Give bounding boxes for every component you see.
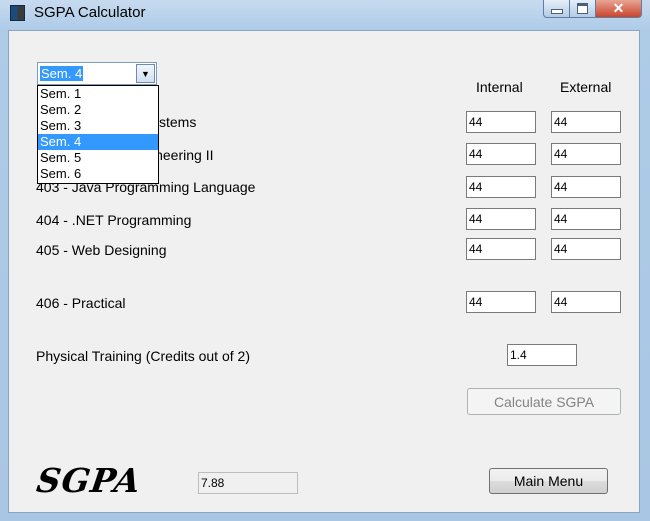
window-controls: ✕ — [543, 0, 642, 19]
sgpa-logo: SGPA — [34, 461, 144, 500]
internal-marks-401[interactable]: 44 — [466, 111, 536, 133]
physical-training-input[interactable]: 1.4 — [507, 344, 577, 366]
chevron-down-icon: ▼ — [141, 68, 150, 79]
client-area: Sem. 4 ▼ Internal External ystems 44 44 … — [8, 30, 640, 513]
maximize-icon — [577, 3, 588, 14]
internal-marks-402[interactable]: 44 — [466, 143, 536, 165]
internal-header: Internal — [476, 79, 523, 95]
close-icon: ✕ — [612, 0, 625, 16]
app-icon — [10, 5, 25, 21]
external-marks-404[interactable]: 44 — [551, 208, 621, 230]
calculate-sgpa-button[interactable]: Calculate SGPA — [467, 388, 621, 415]
minimize-icon — [550, 9, 563, 14]
internal-marks-403[interactable]: 44 — [466, 176, 536, 198]
semester-option[interactable]: Sem. 6 — [38, 166, 158, 182]
internal-marks-404[interactable]: 44 — [466, 208, 536, 230]
external-marks-403[interactable]: 44 — [551, 176, 621, 198]
internal-marks-405[interactable]: 44 — [466, 238, 536, 260]
subject-label-406: 406 - Practical — [36, 295, 126, 311]
subject-label-402: ineering II — [152, 147, 214, 163]
physical-training-label: Physical Training (Credits out of 2) — [36, 348, 250, 364]
external-marks-402[interactable]: 44 — [551, 143, 621, 165]
subject-label-404: 404 - .NET Programming — [36, 212, 192, 228]
semester-selected-value: Sem. 4 — [40, 66, 84, 81]
external-marks-401[interactable]: 44 — [551, 111, 621, 133]
title-bar: SGPA Calculator ✕ — [0, 0, 650, 28]
external-marks-406[interactable]: 44 — [551, 291, 621, 313]
subject-label-405: 405 - Web Designing — [36, 242, 167, 258]
semester-option[interactable]: Sem. 5 — [38, 150, 158, 166]
semester-option[interactable]: Sem. 1 — [38, 86, 158, 102]
app-window: SGPA Calculator ✕ Sem. 4 ▼ Internal Exte… — [0, 0, 650, 521]
semester-dropdown-list: Sem. 1 Sem. 2 Sem. 3 Sem. 4 Sem. 5 Sem. … — [37, 85, 159, 184]
minimize-button[interactable] — [543, 0, 570, 18]
maximize-button[interactable] — [570, 0, 596, 18]
sgpa-result-field: 7.88 — [198, 472, 298, 494]
close-button[interactable]: ✕ — [596, 0, 642, 18]
window-title: SGPA Calculator — [34, 4, 146, 21]
semester-option[interactable]: Sem. 3 — [38, 118, 158, 134]
main-menu-button[interactable]: Main Menu — [489, 468, 608, 494]
external-marks-405[interactable]: 44 — [551, 238, 621, 260]
internal-marks-406[interactable]: 44 — [466, 291, 536, 313]
dropdown-arrow-button[interactable]: ▼ — [136, 64, 155, 83]
semester-option-selected[interactable]: Sem. 4 — [38, 134, 158, 150]
semester-option[interactable]: Sem. 2 — [38, 102, 158, 118]
semester-select[interactable]: Sem. 4 ▼ — [37, 62, 157, 85]
external-header: External — [560, 79, 612, 95]
